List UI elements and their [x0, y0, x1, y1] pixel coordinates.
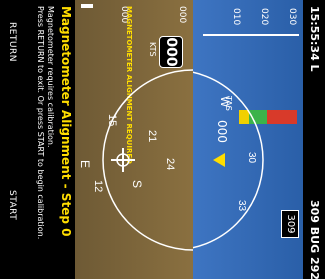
dialog-line-1: Magnetometer requires calibration.: [46, 6, 55, 148]
compass-label: 21: [146, 130, 158, 142]
clock-readout: 15:55:34 L: [308, 6, 321, 72]
altitude-tape: 000 000: [93, 4, 189, 34]
ground-area: 000 000 000 KTS MAGNETOMETER ALIGNMENT R…: [75, 0, 193, 279]
heading-pointer: [213, 153, 225, 167]
compass-label: S: [130, 180, 144, 188]
alignment-dialog: Magnetometer Alignment - Step 0 Magnetom…: [0, 0, 75, 279]
heading-box: 309: [281, 210, 299, 238]
kts-label: KTS: [148, 42, 157, 57]
compass-label: W: [218, 96, 232, 108]
compass-label: 33: [236, 200, 247, 212]
airspeed-tick: 020: [259, 8, 269, 26]
start-button[interactable]: START: [7, 190, 17, 220]
heading-bug-readout: 309 BUG 292: [308, 200, 321, 279]
efis-screen: 15:55:34 L 309 BUG 292 030 020 010 309 0…: [0, 0, 325, 279]
compass-lower: 24 21 S 15 12 E: [78, 69, 193, 251]
status-bar: 15:55:34 L 309 BUG 292: [303, 0, 325, 279]
reference-bar: [81, 4, 93, 8]
airspeed-tape: 030 020 010: [199, 4, 299, 44]
dialog-line-2: Press RETURN to exit. Or press START to …: [36, 6, 45, 240]
sky-area: 030 020 010 309 000 TAS W 30 33: [173, 0, 303, 279]
aircraft-symbol-icon: [111, 148, 135, 172]
compass-label: 30: [246, 152, 257, 164]
compass-label: 15: [106, 114, 118, 126]
airspeed-tick: 030: [287, 8, 297, 26]
airspeed-scale-line: [203, 34, 299, 36]
return-button[interactable]: RETURN: [7, 22, 17, 62]
compass-label: 24: [164, 158, 176, 170]
airspeed-tick: 010: [231, 8, 241, 26]
compass-label: 12: [92, 180, 104, 192]
dialog-title: Magnetometer Alignment - Step 0: [59, 6, 73, 237]
compass-label: E: [78, 160, 92, 168]
altitude-tick: 000: [177, 6, 187, 24]
